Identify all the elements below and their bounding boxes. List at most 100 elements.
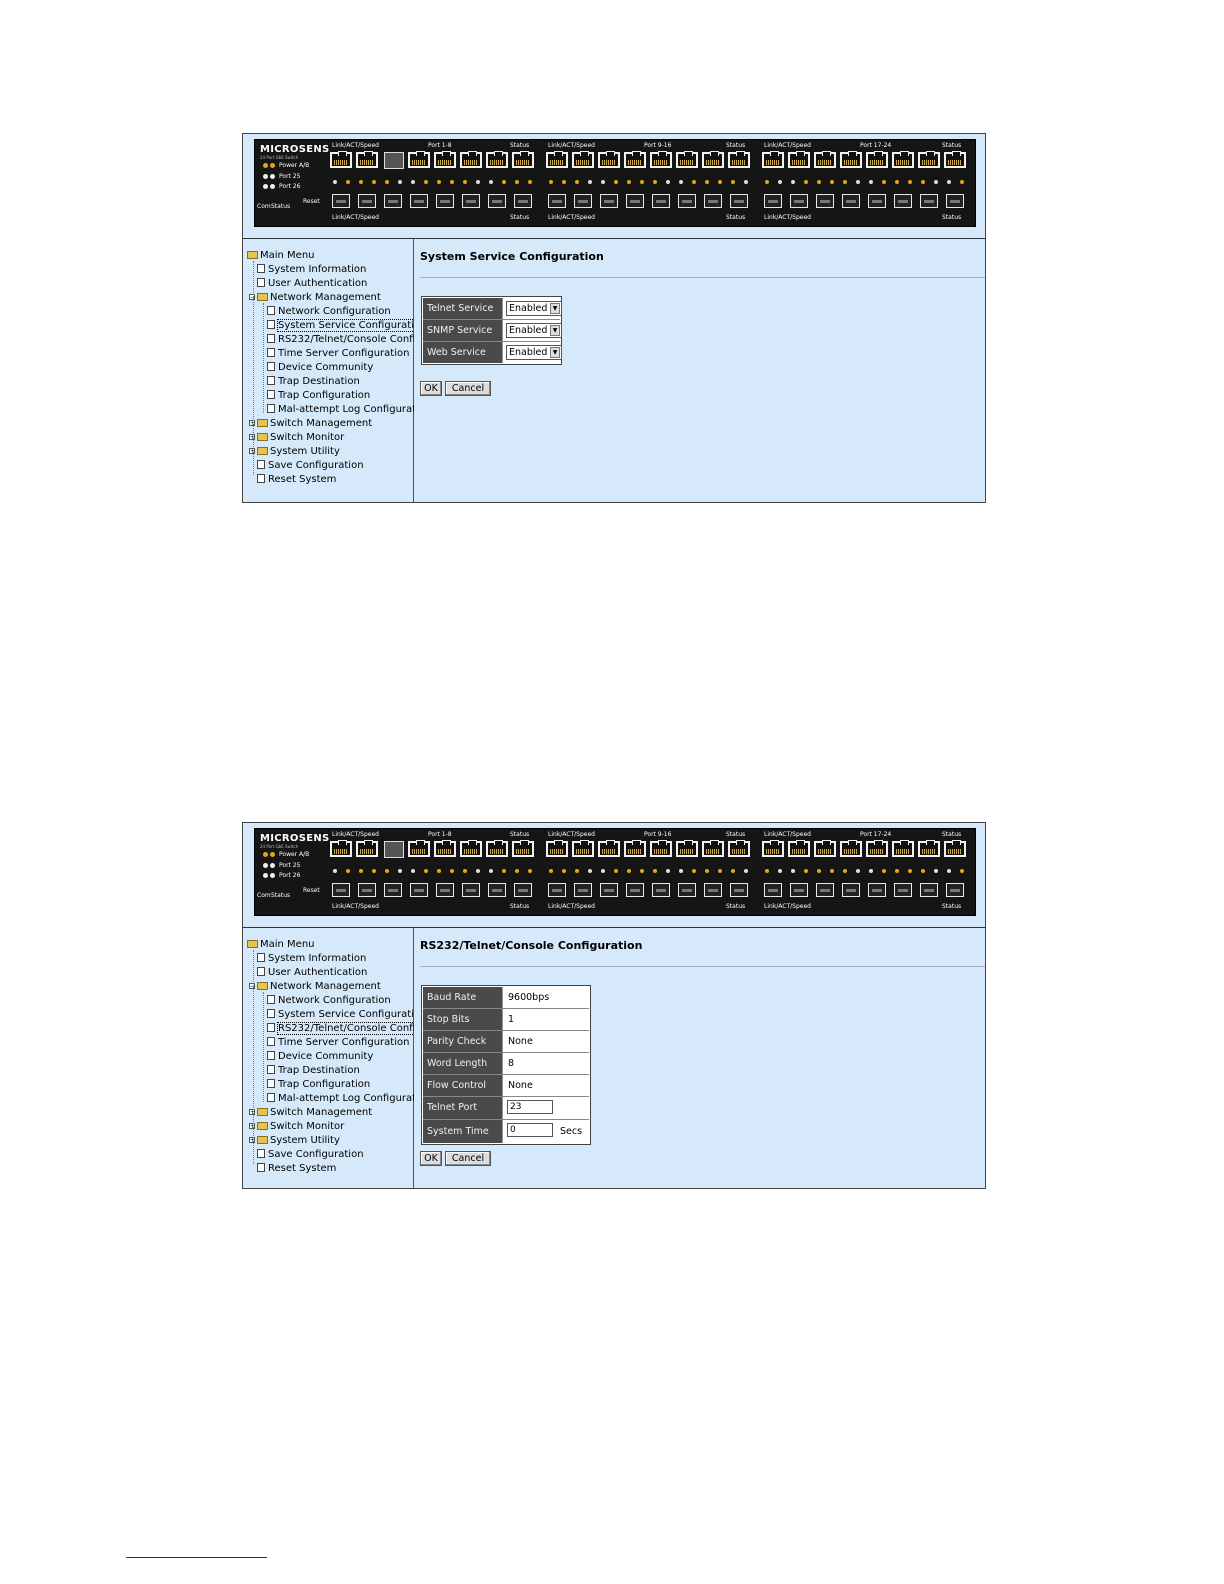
rj45-port-icon [840,151,862,168]
page-icon [267,348,275,357]
menu-item[interactable]: + Switch Management [249,418,372,429]
port-led [372,180,376,184]
folder-icon [257,982,268,990]
expand-icon[interactable]: + [249,448,255,455]
sfp-port-icon [358,194,376,208]
rj45-tab [416,151,425,156]
menu-item-label: Switch Management [270,418,373,429]
menu-item[interactable]: User Authentication [249,278,367,289]
rj45-port-icon [918,840,940,857]
expand-icon[interactable]: + [249,434,255,441]
menu-item[interactable]: RS232/Telnet/Console Config [267,1022,423,1035]
rj45-tab [848,840,857,845]
collapse-icon[interactable]: − [249,294,255,301]
chevron-down-icon[interactable]: ▼ [550,325,560,336]
menu-item[interactable]: − Network Management [249,981,381,992]
menu-item[interactable]: Network Configuration [267,995,391,1006]
menu-item[interactable]: Time Server Configuration [267,348,409,359]
sfp-port-icon [842,883,860,897]
menu-item[interactable]: Network Configuration [267,306,391,317]
menu-item[interactable]: Trap Destination [267,1065,360,1076]
sfp-slot [734,889,744,892]
menu-item[interactable]: Trap Destination [267,376,360,387]
sfp-port-icon [920,194,938,208]
port-led [705,869,709,873]
tree-guide-line [253,261,254,475]
telnet-service-select[interactable]: Enabled ▼ [506,301,562,316]
cancel-button[interactable]: Cancel [445,381,491,396]
menu-item[interactable]: − Network Management [249,292,381,303]
sfp-slot [820,889,830,892]
menu-item[interactable]: + Switch Management [249,1107,372,1118]
menu-item[interactable]: User Authentication [249,967,367,978]
rj45-pins [438,160,452,165]
menu-item-label: System Information [268,264,367,275]
rj45-tab [606,840,615,845]
group-footer-left: Link/ACT/Speed [764,214,811,221]
menu-item-label: Trap Configuration [278,390,371,401]
menu-item[interactable]: Main Menu [247,939,315,950]
menu-item[interactable]: Time Server Configuration [267,1037,409,1048]
sfp-slot [794,889,804,892]
menu-item[interactable]: Save Configuration [249,1149,364,1160]
snmp-service-select[interactable]: Enabled ▼ [506,323,562,338]
menu-item[interactable]: + Switch Monitor [249,1121,344,1132]
port-led [666,180,670,184]
group-header-status: Status [510,831,530,838]
sfp-slot [872,200,882,203]
expand-icon[interactable]: + [249,1137,255,1144]
port-led [528,869,532,873]
menu-item-label: User Authentication [268,967,368,978]
expand-icon[interactable]: + [249,420,255,427]
rj45-tab [684,840,693,845]
collapse-icon[interactable]: − [249,983,255,990]
port-led [908,869,912,873]
menu-item[interactable]: Trap Configuration [267,390,370,401]
sfp-port-icon [678,883,696,897]
menu-item[interactable]: Mal-attempt Log Configuration [267,404,431,415]
field-label: Parity Check [423,1031,503,1052]
port-led [934,180,938,184]
telnet-port-input[interactable]: 23 [507,1100,553,1114]
snmp-service-row: SNMP Service Enabled ▼ [423,320,562,342]
menu-item[interactable]: + System Utility [249,446,340,457]
rj45-port-icon [598,840,620,857]
menu-item[interactable]: Device Community [267,362,373,373]
expand-icon[interactable]: + [249,1109,255,1116]
menu-item[interactable]: Trap Configuration [267,1079,370,1090]
chevron-down-icon[interactable]: ▼ [550,347,560,358]
menu-item[interactable]: RS232/Telnet/Console Config [267,334,422,345]
menu-item[interactable]: Reset System [249,1163,336,1174]
cancel-button[interactable]: Cancel [445,1151,491,1166]
rj45-pins [602,160,616,165]
web-service-select[interactable]: Enabled ▼ [506,345,562,360]
menu-item[interactable]: System Service Configuration [267,319,428,332]
ok-button[interactable]: OK [420,1151,442,1166]
menu-item[interactable]: System Information [249,953,366,964]
menu-item-label: Device Community [278,362,374,373]
menu-item[interactable]: Reset System [249,474,336,485]
menu-item[interactable]: Mal-attempt Log Configuration [267,1093,431,1104]
sfp-port-icon [600,194,618,208]
menu-item[interactable]: Main Menu [247,250,315,261]
rj45-port-icon [356,840,378,857]
rj45-tab [632,840,641,845]
system-timeout-input[interactable]: 0 [507,1123,553,1137]
field-label: Baud Rate [423,987,503,1008]
rj45-pins [490,849,504,854]
port-led [398,869,402,873]
menu-item[interactable]: + Switch Monitor [249,432,344,443]
menu-item[interactable]: System Information [249,264,366,275]
menu-item[interactable]: Save Configuration [249,460,364,471]
expand-icon[interactable]: + [249,1123,255,1130]
ok-button[interactable]: OK [420,381,442,396]
chevron-down-icon[interactable]: ▼ [550,303,560,314]
port-led [549,869,553,873]
menu-item[interactable]: Device Community [267,1051,373,1062]
sfp-slot [846,200,856,203]
menu-item[interactable]: + System Utility [249,1135,340,1146]
menu-item[interactable]: System Service Configuration [267,1009,426,1020]
page-icon [267,995,275,1004]
page-icon [257,967,265,976]
sfp-slot [656,200,666,203]
